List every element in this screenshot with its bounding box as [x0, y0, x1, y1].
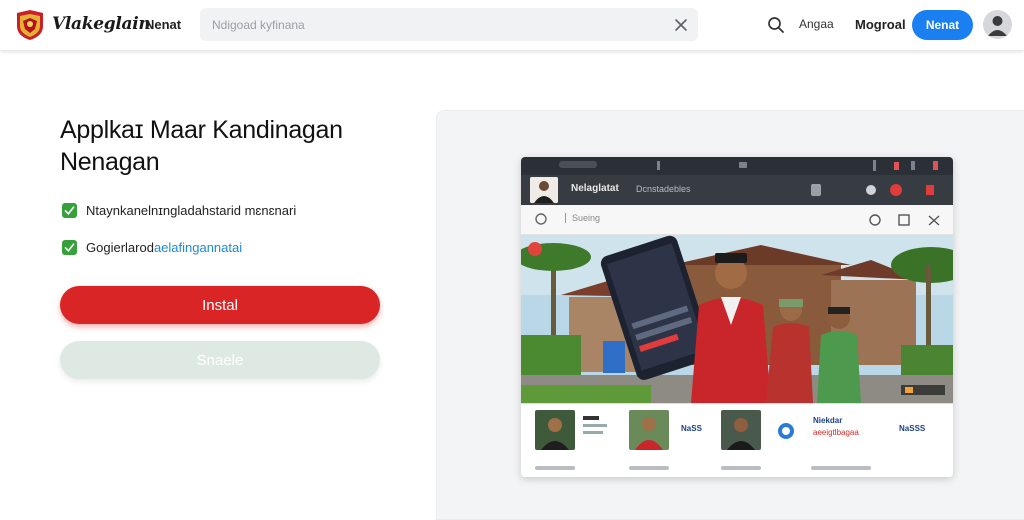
app-preview-screenshot: Nelaglatat Dcnstadebles Sueing NaSS Niek…: [521, 157, 953, 477]
caption-line: [721, 466, 761, 470]
strip-thumbnail: [629, 410, 669, 450]
check-icon: [62, 240, 77, 255]
feature-text: Gogierlarod: [86, 240, 154, 255]
strip-label-b-red: aeeigtlbagaa: [813, 428, 859, 437]
header-cta-button[interactable]: Nenat: [912, 10, 973, 40]
device-app-subtitle: Dcnstadebles: [636, 184, 691, 194]
profile-thumbnail: [530, 177, 558, 203]
caption-line: [629, 466, 669, 470]
nav-home-link[interactable]: Nenat: [145, 17, 181, 32]
hero-title: Applkaɪ Maar Kandinagan Nenagan: [60, 114, 400, 178]
caption-line: [811, 466, 871, 470]
strip-thumbnail: [535, 410, 575, 450]
hero-title-line1: Applkaɪ Maar Kandinagan: [60, 116, 343, 144]
install-button[interactable]: Instal: [60, 286, 380, 324]
device-toolbar: Sueing: [521, 205, 953, 235]
garuda-logo-icon[interactable]: [14, 9, 46, 41]
user-avatar-icon[interactable]: [983, 10, 1012, 39]
caption-line: [535, 466, 575, 470]
strip-label-a: NaSS: [681, 424, 702, 433]
hero-title-line2: Nenagan: [60, 148, 160, 176]
feature-text: Ntaynkanelnɪngladahstarid mɛnɛnari: [86, 203, 297, 218]
strip-label-b: Niekdar: [813, 416, 843, 425]
device-app-title: Nelaglatat: [571, 183, 619, 194]
nav-link-a[interactable]: Angaa: [799, 17, 834, 31]
feature-item: Gogierlarod aelafingannatai: [62, 240, 242, 255]
search-input[interactable]: [200, 8, 660, 41]
check-icon: [62, 203, 77, 218]
device-status-bar: [521, 157, 953, 175]
share-button[interactable]: Snaele: [60, 341, 380, 379]
strip-label-c: NaSSS: [899, 424, 926, 433]
search-icon[interactable]: [766, 15, 786, 35]
top-navbar: Vlakeglain Nenat Angaa Mogroal Nenat: [0, 0, 1024, 50]
strip-thumbnail: [721, 410, 761, 450]
device-app-bar: Nelaglatat Dcnstadebles: [521, 175, 953, 205]
app-hero-photo: [521, 235, 953, 403]
device-toolbar-search: Sueing: [565, 213, 600, 223]
feature-item: Ntaynkanelnɪngladahstarid mɛnɛnari: [62, 203, 296, 218]
brand-name[interactable]: Vlakeglain: [52, 14, 151, 34]
search-bar: [200, 8, 698, 41]
close-icon[interactable]: [672, 16, 690, 34]
nav-link-b[interactable]: Mogroal: [855, 17, 906, 32]
device-content-strip: NaSS Niekdar aeeigtlbagaa NaSSS: [521, 403, 953, 477]
feature-link[interactable]: aelafingannatai: [154, 240, 242, 255]
